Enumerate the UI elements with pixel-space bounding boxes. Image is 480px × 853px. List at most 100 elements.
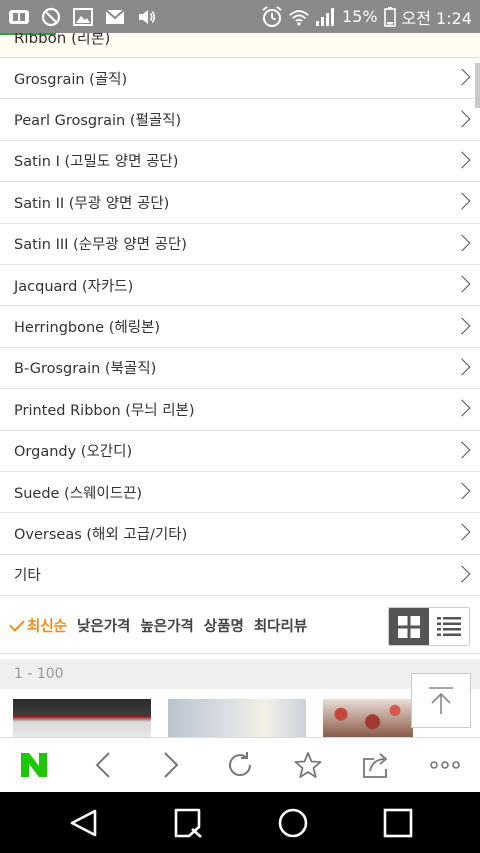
category-label: Overseas (해외 고급/기타) [14,526,188,543]
category-item-ribbon[interactable]: Ribbon (리본) [0,33,480,58]
forward-button[interactable] [137,738,206,793]
sort-label: 최신순 [27,619,68,635]
grid-view-button[interactable] [389,608,429,645]
category-item[interactable]: Overseas (해외 고급/기타) [0,513,480,555]
refresh-icon [228,752,251,777]
category-label: Organdy (오간디) [14,444,133,461]
chevron-right-icon [453,275,471,293]
category-label: 기타 [14,568,41,585]
volume-icon [136,7,158,27]
sort-low-price[interactable]: 낮은가격 [77,615,130,636]
chevron-right-icon [453,151,471,169]
category-item[interactable]: 기타 [0,555,480,597]
category-item[interactable]: Satin III (순무광 양면 공단) [0,224,480,265]
chevron-right-icon [453,441,471,459]
chevron-right-icon [453,68,471,86]
mail-icon [104,7,126,27]
nav-overview-button[interactable] [368,792,428,853]
grid-icon [398,615,420,638]
chevron-right-icon [453,565,471,583]
sort-label: 낮은가격 [77,619,131,635]
nav-home-icon [278,808,307,837]
sort-label: 최다리뷰 [253,619,308,635]
naver-home-button[interactable] [0,738,69,793]
category-label: Suede (스웨이드끈) [14,485,143,502]
naver-home-icon [21,753,48,777]
category-item[interactable]: Satin I (고밀도 양면 공단) [0,141,480,183]
scroll-to-top-button[interactable] [411,673,471,728]
refresh-button[interactable] [206,738,275,793]
category-item[interactable]: Grosgrain (골직) [0,58,480,100]
more-button[interactable] [411,738,480,793]
back-button[interactable] [69,738,138,793]
category-label: Herringbone (헤링본) [14,320,161,337]
wifi-icon [288,7,310,27]
category-item[interactable]: Printed Ribbon (무늬 리본) [0,389,480,431]
chevron-right-icon [453,234,471,252]
category-label: Ribbon (리본) [14,33,111,47]
category-label: Printed Ribbon (무늬 리본) [14,402,195,419]
scrollbar[interactable] [475,63,480,108]
category-item[interactable]: Satin II (무광 양면 공단) [0,182,480,224]
bookmark-star-icon [294,752,322,778]
category-label: B-Grosgrain (북골직) [14,361,157,378]
chevron-right-icon [453,482,471,500]
category-label: Pearl Grosgrain (펄골직) [14,113,182,130]
bookmark-button[interactable] [274,738,343,793]
clock: 오전 1:24 [401,8,472,28]
category-label: Satin II (무광 양면 공단) [14,195,170,212]
app-icon [8,7,30,27]
share-icon [362,753,388,778]
chevron-right-icon [453,110,471,128]
system-nav-bar [0,792,480,853]
category-item[interactable]: B-Grosgrain (북골직) [0,348,480,390]
category-label: Satin I (고밀도 양면 공단) [14,154,179,171]
status-bar: 15% 오전 1:24 [0,0,480,33]
chevron-right-icon [453,358,471,376]
sort-label: 상품명 [203,619,244,635]
chevron-right-icon [453,317,471,335]
sort-name[interactable]: 상품명 [204,615,244,636]
browser-toolbar [0,737,480,792]
product-thumbnail[interactable] [323,699,413,737]
image-icon [72,7,94,27]
signal-icon [315,7,337,27]
product-thumbnail[interactable] [13,699,151,737]
category-label: Satin III (순무광 양면 공단) [14,237,187,254]
category-item[interactable]: Jacquard (자카드) [0,265,480,307]
range-text: 1 - 100 [14,666,64,682]
product-thumbnail[interactable] [168,699,306,737]
category-label: Grosgrain (골직) [14,71,128,88]
category-item[interactable]: Herringbone (헤링본) [0,306,480,348]
chevron-right-icon [453,192,471,210]
share-button[interactable] [343,738,412,793]
nav-recent-icon [174,808,202,838]
sort-most-reviews[interactable]: 최다리뷰 [254,615,307,636]
list-icon [437,616,461,636]
result-range: 1 - 100 [0,659,480,689]
sort-bar: 최신순 낮은가격 높은가격 상품명 최다리뷰 [0,598,480,654]
battery-percent: 15% [341,7,378,26]
sort-high-price[interactable]: 높은가격 [140,615,193,636]
category-item[interactable]: Pearl Grosgrain (펄골직) [0,99,480,141]
category-list: Ribbon (리본) Grosgrain (골직) Pearl Grosgra… [0,33,480,597]
nav-back-button[interactable] [53,792,113,853]
nav-home-button[interactable] [263,792,323,853]
chevron-right-icon [453,399,471,417]
more-icon [430,761,461,769]
checkmark-icon [9,615,25,632]
category-item[interactable]: Suede (스웨이드끈) [0,472,480,514]
arrow-up-icon [429,686,453,714]
nav-recent-button[interactable] [158,792,218,853]
battery-icon [383,6,397,27]
category-item[interactable]: Organdy (오간디) [0,431,480,472]
chevron-right-icon [453,523,471,541]
sort-label: 높은가격 [140,619,194,635]
no-disturb-icon [40,7,62,27]
back-icon [95,752,110,778]
nav-back-icon [70,809,96,836]
list-view-button[interactable] [429,608,469,645]
nav-overview-icon [383,808,412,837]
sort-newest[interactable]: 최신순 [9,615,68,636]
forward-icon [164,752,179,778]
